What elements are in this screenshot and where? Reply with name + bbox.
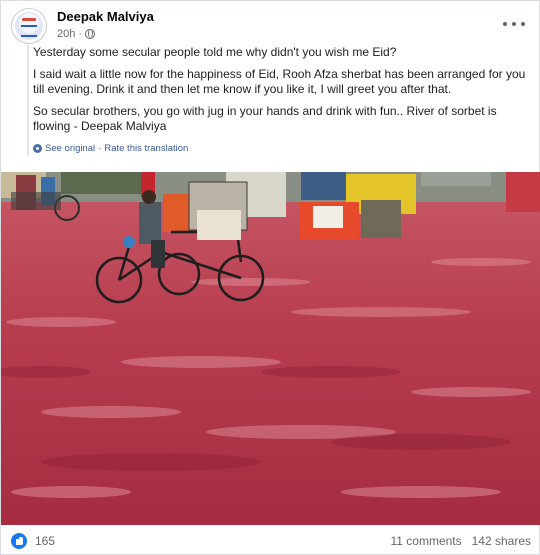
post-paragraph: Yesterday some secular people told me wh… [33,45,397,59]
gear-icon [33,144,42,153]
flooded-street-image [1,172,540,525]
facebook-post: Deepak Malviya 20h · Yesterday some secu… [0,0,540,555]
shares-count[interactable]: 142 shares [472,534,531,548]
post-photo[interactable] [1,172,540,525]
like-icon[interactable] [11,532,27,549]
see-original-link[interactable]: See original [45,141,95,156]
rate-translation-link[interactable]: Rate this translation [104,141,188,156]
globe-icon[interactable] [85,29,96,39]
post-paragraph: I said wait a little now for the happine… [33,67,526,96]
profile-avatar[interactable] [11,8,47,44]
post-header: Deepak Malviya 20h · [11,8,531,44]
comments-count[interactable]: 11 comments [390,534,461,548]
avatar-logo [15,12,43,40]
translation-bar: See original · Rate this translation [33,141,527,156]
post-time[interactable]: 20h [57,28,75,40]
reaction-count[interactable]: 165 [35,534,55,548]
post-meta: 20h · [57,28,96,40]
post-paragraph: So secular brothers, you go with jug in … [33,104,497,133]
author-name[interactable]: Deepak Malviya [57,9,154,24]
more-options-icon[interactable] [503,16,525,32]
translation-separator: · [98,143,102,154]
post-footer: 165 11 comments 142 shares [1,525,540,555]
post-text: Yesterday some secular people told me wh… [27,45,527,156]
engagement-stats: 11 comments 142 shares [390,534,531,548]
meta-separator: · [78,28,83,40]
